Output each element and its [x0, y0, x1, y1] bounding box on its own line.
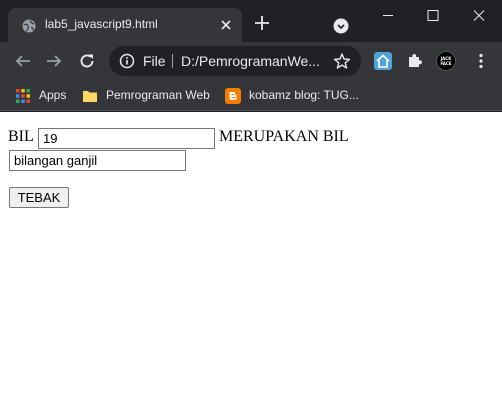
- close-tab-icon[interactable]: [218, 17, 234, 33]
- navigation-toolbar: File D:/PemrogramanWe... JACK FACE: [0, 42, 502, 80]
- bookmark-label: Apps: [39, 88, 67, 102]
- extensions-puzzle-icon[interactable]: [406, 52, 424, 70]
- tab-title: lab5_javascript9.html: [45, 17, 158, 31]
- bookmark-apps[interactable]: Apps: [15, 86, 75, 106]
- bil-label: BIL: [8, 128, 34, 145]
- back-arrow-icon[interactable]: [14, 52, 32, 70]
- tebak-button[interactable]: TEBAK: [9, 187, 69, 208]
- minimize-icon[interactable]: [365, 0, 411, 32]
- tab-strip: lab5_javascript9.html: [0, 0, 502, 42]
- result-field[interactable]: bilangan ganjil: [9, 150, 186, 171]
- browser-window: lab5_javascript9.html File D:/Pemrograma…: [0, 0, 502, 407]
- page-content: BIL 19 MERUPAKAN BIL bilangan ganjil TEB…: [0, 112, 502, 407]
- result-label: MERUPAKAN BIL: [219, 128, 349, 145]
- bookmark-label: kobamz blog: TUG...: [249, 88, 359, 102]
- info-icon[interactable]: [119, 53, 135, 69]
- tab-search-icon[interactable]: [333, 18, 349, 34]
- star-icon[interactable]: [333, 52, 351, 70]
- globe-icon: [22, 18, 36, 33]
- forward-arrow-icon[interactable]: [45, 52, 63, 70]
- address-bar[interactable]: File D:/PemrogramanWe...: [109, 46, 361, 76]
- menu-kebab-icon[interactable]: [472, 52, 490, 70]
- bookmark-kobamz-blog[interactable]: kobamz blog: TUG...: [225, 86, 365, 106]
- blogger-icon: [225, 88, 241, 104]
- bil-input[interactable]: 19: [38, 128, 215, 149]
- maximize-icon[interactable]: [410, 0, 456, 32]
- close-window-icon[interactable]: [456, 0, 502, 32]
- bookmarks-bar: Apps Pemrograman Web kobamz blog: TUG...: [0, 80, 502, 111]
- home-extension-icon[interactable]: [374, 52, 392, 70]
- reload-icon[interactable]: [78, 52, 96, 70]
- bookmark-pemrograman-web[interactable]: Pemrograman Web: [82, 86, 214, 106]
- address-separator: [172, 54, 173, 68]
- profile-avatar[interactable]: JACK FACE: [436, 51, 456, 71]
- apps-grid-icon: [15, 88, 31, 104]
- url-scheme-label: File: [143, 53, 166, 69]
- bookmark-label: Pemrograman Web: [106, 88, 210, 102]
- active-tab[interactable]: lab5_javascript9.html: [8, 8, 242, 42]
- url-text[interactable]: D:/PemrogramanWe...: [181, 53, 329, 69]
- folder-icon: [82, 88, 98, 104]
- new-tab-icon[interactable]: [252, 13, 272, 33]
